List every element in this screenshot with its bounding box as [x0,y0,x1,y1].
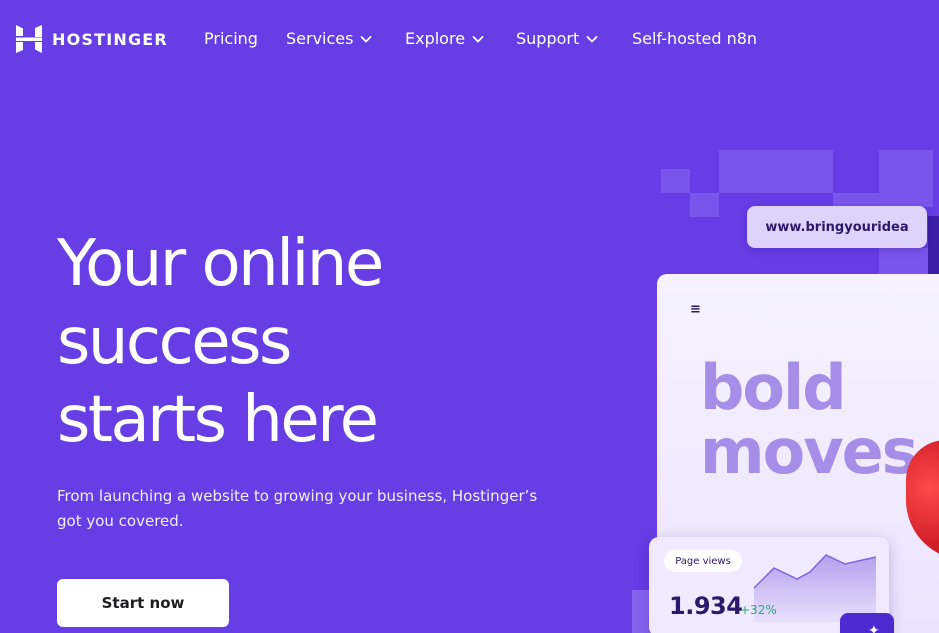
domain-pill: www.bringyouridea [747,206,927,248]
pixel-decoration [879,248,929,274]
top-navigation: HOSTINGER Pricing Services Explore Suppo… [0,0,939,78]
nav-item-services[interactable]: Services [286,29,372,49]
sparkle-icon: ✦ [868,623,880,633]
pixel-decoration [719,150,833,193]
preview-headline: bold moves [700,351,919,488]
page-views-change: +32% [740,603,777,617]
hero-title: Your online success starts here [57,225,577,459]
hero-subtitle: From launching a website to growing your… [57,487,538,530]
chevron-down-icon [361,36,372,43]
chevron-down-icon [472,36,484,43]
preview-headline-line: bold [700,351,847,424]
pixel-decoration [833,193,879,207]
hero-title-line: Your online [57,227,384,301]
nav-item-pricing[interactable]: Pricing [204,29,258,49]
pixel-decoration [690,193,719,217]
nav-item-self-hosted-n8n[interactable]: Self-hosted n8n [632,29,757,49]
chevron-down-icon [586,36,598,43]
pixel-decoration [661,169,690,193]
ai-sparkle-button: ✦ [840,613,894,633]
hero-title-line: starts here [57,383,379,457]
logo-text: HOSTINGER [52,29,168,49]
page-views-badge: Page views [664,550,742,572]
menu-icon: ≡ [690,302,701,317]
nav-item-label: Services [286,29,354,48]
start-now-button[interactable]: Start now [57,579,229,627]
pixel-decoration [879,150,933,207]
nav-item-support[interactable]: Support [516,29,598,49]
preview-headline-line: moves [700,415,919,488]
nav-item-explore[interactable]: Explore [405,29,484,49]
hostinger-logo[interactable]: HOSTINGER [16,25,168,53]
hero-title-line: success [57,305,292,379]
nav-item-label: Pricing [204,29,258,48]
nav-item-label: Support [516,29,580,48]
page-views-value: 1.934 [669,592,743,620]
nav-item-label: Explore [405,29,466,48]
hostinger-logo-icon [16,25,42,53]
nav-item-label: Self-hosted n8n [632,29,758,48]
